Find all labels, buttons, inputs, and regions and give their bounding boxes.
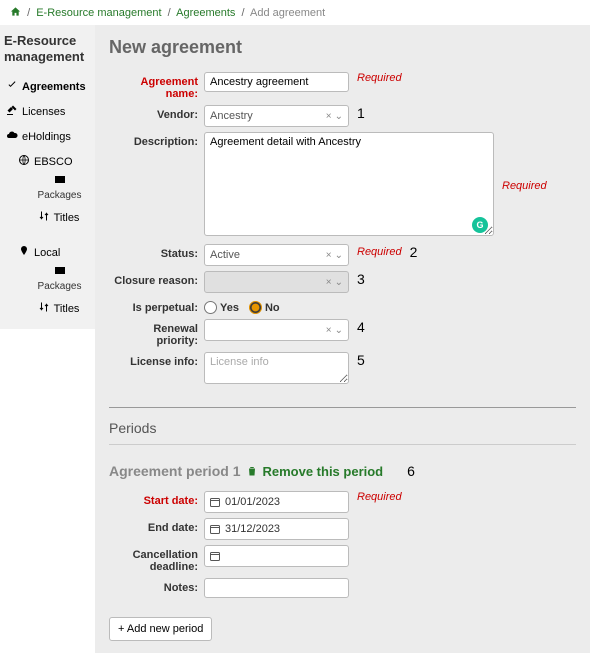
perpetual-no-radio[interactable]: No — [249, 301, 280, 314]
label-closure-reason: Closure reason: — [109, 271, 204, 287]
label-renewal-priority: Renewal priority: — [109, 319, 204, 347]
clear-icon: × — [326, 277, 332, 288]
vendor-select[interactable]: Ancestry × ⌄ — [204, 105, 349, 127]
end-date-value: 31/12/2023 — [225, 523, 280, 535]
breadcrumb-agreements[interactable]: Agreements — [176, 7, 235, 19]
archive-icon — [28, 265, 91, 277]
agreement-name-input[interactable] — [204, 72, 349, 92]
sidebar-label: Agreements — [22, 81, 86, 93]
sidebar-label: EBSCO — [34, 156, 73, 168]
gavel-icon — [6, 104, 18, 119]
periods-section-header: Periods — [109, 407, 576, 445]
annotation-3: 3 — [357, 271, 365, 287]
sidebar-label: Packages — [28, 277, 91, 296]
label-is-perpetual: Is perpetual: — [109, 298, 204, 314]
annotation-6: 6 — [407, 463, 415, 479]
archive-icon — [28, 174, 91, 186]
globe-icon — [18, 154, 30, 169]
calendar-icon — [209, 523, 221, 535]
chevron-down-icon: ⌄ — [335, 277, 343, 288]
required-text: Required — [502, 180, 547, 192]
sidebar-item-local-titles[interactable]: Titles — [4, 296, 91, 321]
remove-period-button[interactable]: Remove this period — [246, 464, 383, 479]
perpetual-yes-radio[interactable]: Yes — [204, 301, 239, 314]
label-agreement-name: Agreement name: — [109, 72, 204, 100]
sidebar-item-eholdings[interactable]: eHoldings — [4, 124, 91, 149]
clear-icon[interactable]: × — [326, 325, 332, 336]
trash-icon — [246, 465, 258, 477]
sidebar-label: Packages — [28, 186, 91, 205]
sidebar-label: Titles — [54, 212, 80, 224]
check-icon — [6, 79, 18, 94]
clear-icon[interactable]: × — [326, 250, 332, 261]
sidebar-label: Local — [34, 247, 60, 259]
required-text: Required — [357, 72, 402, 84]
calendar-icon — [209, 550, 221, 562]
description-textarea[interactable] — [204, 132, 494, 236]
chevron-down-icon[interactable]: ⌄ — [335, 111, 343, 122]
label-start-date: Start date: — [109, 491, 204, 507]
status-select[interactable]: Active × ⌄ — [204, 244, 349, 266]
sidebar-item-local[interactable]: Local — [4, 240, 91, 265]
label-status: Status: — [109, 244, 204, 260]
sort-icon — [38, 210, 50, 225]
sidebar-item-ebsco[interactable]: EBSCO — [4, 149, 91, 174]
main-content: New agreement Agreement name: Required V… — [95, 25, 590, 653]
breadcrumb: / E-Resource management / Agreements / A… — [0, 0, 590, 25]
label-notes: Notes: — [109, 578, 204, 594]
clear-icon[interactable]: × — [326, 111, 332, 122]
cancellation-deadline-input[interactable] — [204, 545, 349, 567]
breadcrumb-sep: / — [165, 7, 174, 19]
sidebar-title: E-Resource management — [4, 33, 91, 64]
sidebar-item-agreements[interactable]: Agreements — [4, 74, 91, 99]
start-date-value: 01/01/2023 — [225, 496, 280, 508]
cloud-icon — [6, 129, 18, 144]
add-period-button[interactable]: + Add new period — [109, 617, 212, 641]
sidebar-item-ebsco-packages[interactable]: Packages — [4, 174, 91, 205]
label-license-info: License info: — [109, 352, 204, 368]
sidebar-label: eHoldings — [22, 131, 71, 143]
home-icon[interactable] — [10, 7, 24, 19]
closure-reason-select: × ⌄ — [204, 271, 349, 293]
label-end-date: End date: — [109, 518, 204, 534]
start-date-input[interactable]: 01/01/2023 — [204, 491, 349, 513]
annotation-2: 2 — [410, 244, 418, 260]
required-text: Required — [357, 491, 402, 503]
license-info-textarea[interactable] — [204, 352, 349, 384]
breadcrumb-erm[interactable]: E-Resource management — [36, 7, 161, 19]
annotation-5: 5 — [357, 352, 365, 368]
sidebar-label: Titles — [54, 303, 80, 315]
renewal-priority-select[interactable]: × ⌄ — [204, 319, 349, 341]
breadcrumb-sep: / — [24, 7, 33, 19]
grammarly-icon[interactable]: G — [472, 217, 488, 233]
pin-icon — [18, 245, 30, 260]
label-cancellation-deadline: Cancellation deadline: — [109, 545, 204, 573]
sidebar-item-licenses[interactable]: Licenses — [4, 99, 91, 124]
annotation-4: 4 — [357, 319, 365, 335]
notes-input[interactable] — [204, 578, 349, 598]
chevron-down-icon[interactable]: ⌄ — [335, 325, 343, 336]
remove-period-label: Remove this period — [262, 464, 383, 479]
breadcrumb-current: Add agreement — [250, 7, 325, 19]
annotation-1: 1 — [357, 105, 365, 121]
page-title: New agreement — [109, 37, 576, 58]
sort-icon — [38, 301, 50, 316]
label-vendor: Vendor: — [109, 105, 204, 121]
sidebar: E-Resource management Agreements License… — [0, 25, 95, 329]
period-title: Agreement period 1 — [109, 463, 240, 479]
required-text: Required — [357, 246, 402, 258]
sidebar-item-ebsco-titles[interactable]: Titles — [4, 205, 91, 230]
sidebar-label: Licenses — [22, 106, 65, 118]
chevron-down-icon[interactable]: ⌄ — [335, 250, 343, 261]
vendor-value: Ancestry — [210, 110, 326, 122]
breadcrumb-sep: / — [238, 7, 247, 19]
end-date-input[interactable]: 31/12/2023 — [204, 518, 349, 540]
calendar-icon — [209, 496, 221, 508]
label-description: Description: — [109, 132, 204, 148]
sidebar-item-local-packages[interactable]: Packages — [4, 265, 91, 296]
status-value: Active — [210, 249, 326, 261]
